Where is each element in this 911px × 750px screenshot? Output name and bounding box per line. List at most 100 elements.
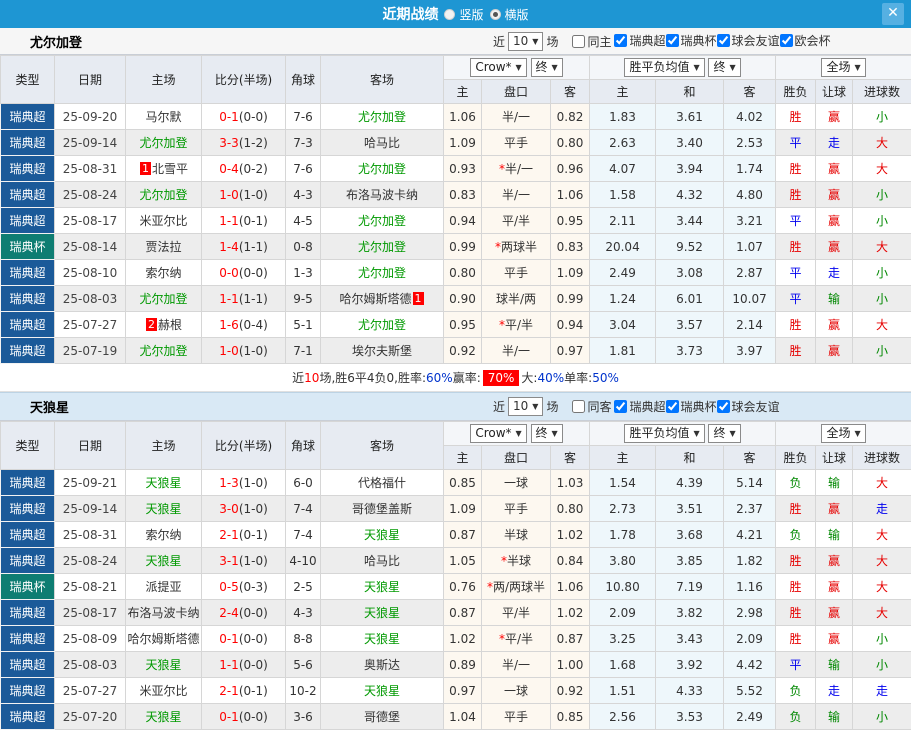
ah-line-cell: 平/半 bbox=[481, 599, 551, 626]
ah-line-cell: *平/半 bbox=[481, 625, 551, 652]
radio-selected-icon[interactable] bbox=[489, 8, 501, 20]
league-filter[interactable]: 球会友谊 bbox=[716, 32, 780, 49]
summary-text: 胜率: bbox=[397, 371, 427, 385]
ah-home-odds-cell: 0.83 bbox=[443, 181, 482, 208]
result-goals-cell: 走 bbox=[852, 495, 911, 522]
wdl-average-dropdown[interactable]: 胜平负均值 bbox=[624, 58, 705, 77]
match-date-cell: 25-09-20 bbox=[54, 103, 126, 130]
home-team-cell: 尤尔加登 bbox=[125, 181, 202, 208]
eu-draw-odds-cell: 3.40 bbox=[655, 129, 725, 156]
eu-home-odds-cell: 1.68 bbox=[589, 651, 657, 678]
league-filter[interactable]: 瑞典杯 bbox=[665, 398, 717, 415]
sections-root: 尤尔加登 近 10 场 同主 瑞典超瑞典杯球会友谊欧会杯 bbox=[0, 28, 911, 730]
team-label: 布洛马波卡纳 bbox=[127, 606, 200, 620]
away-team-cell: 尤尔加登 bbox=[320, 311, 444, 338]
recent-label-pre: 近 bbox=[493, 34, 506, 49]
recent-count-dropdown[interactable]: 10 bbox=[508, 31, 544, 51]
league-checkbox[interactable] bbox=[716, 399, 730, 413]
ah-away-odds-cell: 1.03 bbox=[549, 469, 591, 496]
same-venue-filter[interactable]: 同客 bbox=[572, 398, 611, 415]
page-title: 近期战绩 bbox=[382, 7, 439, 23]
league-filter[interactable]: 瑞典超 bbox=[614, 32, 666, 49]
same-venue-checkbox[interactable] bbox=[572, 400, 586, 413]
league-checkbox[interactable] bbox=[779, 34, 793, 47]
league-checkbox[interactable] bbox=[614, 399, 628, 413]
same-venue-filter[interactable]: 同主 bbox=[572, 33, 611, 50]
team-label: 天狼星 bbox=[363, 580, 400, 594]
match-row: 瑞典超 25-08-10 索尔纳 0-0(0-0) 1-3 尤尔加登 0.80 平手 1.09 2… bbox=[0, 259, 911, 286]
eu-home-odds-cell: 2.56 bbox=[589, 703, 657, 730]
wdl-average-dropdown[interactable]: 胜平负均值 bbox=[624, 424, 705, 443]
half-time-score: (1-2) bbox=[238, 135, 268, 150]
bookmaker-dropdown[interactable]: Crow* bbox=[470, 424, 527, 443]
half-time-score: (0-0) bbox=[238, 631, 268, 646]
col-result-goals: 进球数 bbox=[852, 79, 911, 104]
summary-text: 场,胜6平4负0, bbox=[319, 371, 398, 385]
team-label: 米亚尔比 bbox=[139, 214, 188, 228]
match-date-cell: 25-09-14 bbox=[54, 129, 126, 156]
bookmaker-dropdown[interactable]: Crow* bbox=[470, 58, 527, 77]
result-wdl-cell: 胜 bbox=[775, 599, 817, 626]
final-odds-dropdown-b[interactable]: 终 bbox=[708, 424, 741, 443]
match-row: 瑞典超 25-08-03 天狼星 1-1(0-0) 5-6 奥斯达 0.89 半/一 1.00 1… bbox=[0, 651, 911, 678]
team-label: 米亚尔比 bbox=[139, 684, 188, 698]
eu-home-odds-cell: 2.11 bbox=[589, 207, 657, 234]
home-team-cell: 天狼星 bbox=[125, 495, 202, 522]
league-filter[interactable]: 球会友谊 bbox=[716, 398, 780, 415]
ah-home-odds-cell: 0.99 bbox=[443, 233, 482, 260]
col-home: 主场 bbox=[125, 55, 202, 104]
league-filter[interactable]: 瑞典杯 bbox=[665, 32, 717, 49]
eu-away-odds-cell: 4.21 bbox=[723, 521, 777, 548]
full-time-score: 0-1 bbox=[219, 709, 239, 724]
matches-table: 类型 日期 主场 比分(半场) 角球 客场 Crow* 终 胜平负均值 终 bbox=[0, 55, 911, 364]
layout-radio-horizontal[interactable]: 横版 bbox=[489, 6, 529, 23]
result-goals-cell: 大 bbox=[852, 547, 911, 574]
final-odds-dropdown-a[interactable]: 终 bbox=[530, 424, 563, 443]
corner-cell: 10-2 bbox=[285, 677, 321, 704]
eu-away-odds-cell: 4.02 bbox=[723, 103, 777, 130]
radio-unselected-icon[interactable] bbox=[444, 8, 456, 20]
ah-line-cell: 平/半 bbox=[481, 207, 551, 234]
layout-radio-vertical[interactable]: 竖版 bbox=[444, 6, 484, 23]
home-team-cell: 贾法拉 bbox=[125, 233, 202, 260]
result-handicap-cell: 输 bbox=[815, 285, 854, 312]
match-date-cell: 25-08-21 bbox=[54, 573, 126, 600]
team-section: 尤尔加登 近 10 场 同主 瑞典超瑞典杯球会友谊欧会杯 bbox=[0, 28, 911, 392]
match-type-cell: 瑞典超 bbox=[0, 469, 55, 496]
scope-dropdown[interactable]: 全场 bbox=[821, 58, 866, 77]
home-team-cell: 米亚尔比 bbox=[125, 677, 202, 704]
close-icon[interactable] bbox=[882, 3, 904, 25]
scope-dropdown[interactable]: 全场 bbox=[821, 424, 866, 443]
league-checkbox[interactable] bbox=[665, 34, 679, 47]
league-checkbox[interactable] bbox=[716, 34, 730, 47]
live-line-star: * bbox=[494, 240, 501, 254]
rank-badge: 1 bbox=[412, 292, 424, 305]
home-team-cell: 索尔纳 bbox=[125, 259, 202, 286]
ah-home-odds-cell: 0.97 bbox=[443, 677, 482, 704]
result-handicap-cell: 赢 bbox=[815, 625, 854, 652]
full-time-score: 2-1 bbox=[219, 683, 239, 698]
full-time-score: 1-0 bbox=[219, 343, 239, 358]
final-odds-dropdown-a[interactable]: 终 bbox=[530, 58, 563, 77]
result-wdl-cell: 胜 bbox=[775, 181, 817, 208]
col-date: 日期 bbox=[54, 55, 126, 104]
result-goals-cell: 大 bbox=[852, 521, 911, 548]
half-time-score: (1-0) bbox=[238, 187, 268, 202]
eu-draw-odds-cell: 3.85 bbox=[655, 547, 725, 574]
league-filter[interactable]: 欧会杯 bbox=[779, 32, 831, 49]
corner-cell: 5-6 bbox=[285, 651, 321, 678]
league-label: 球会友谊 bbox=[731, 399, 780, 414]
final-odds-dropdown-b[interactable]: 终 bbox=[708, 58, 741, 77]
summary-text: 60% bbox=[426, 370, 453, 385]
summary-text: 10 bbox=[304, 370, 320, 385]
league-filter[interactable]: 瑞典超 bbox=[614, 398, 666, 415]
same-venue-checkbox[interactable] bbox=[572, 34, 586, 48]
league-checkbox[interactable] bbox=[614, 34, 628, 47]
corner-cell: 0-8 bbox=[285, 233, 321, 260]
recent-count-dropdown[interactable]: 10 bbox=[508, 397, 544, 416]
match-date-cell: 25-08-03 bbox=[54, 285, 126, 312]
eu-home-odds-cell: 20.04 bbox=[589, 233, 657, 260]
league-checkbox[interactable] bbox=[665, 399, 679, 413]
ah-line-cell: 半/一 bbox=[481, 181, 551, 208]
result-goals-cell: 大 bbox=[852, 129, 911, 156]
